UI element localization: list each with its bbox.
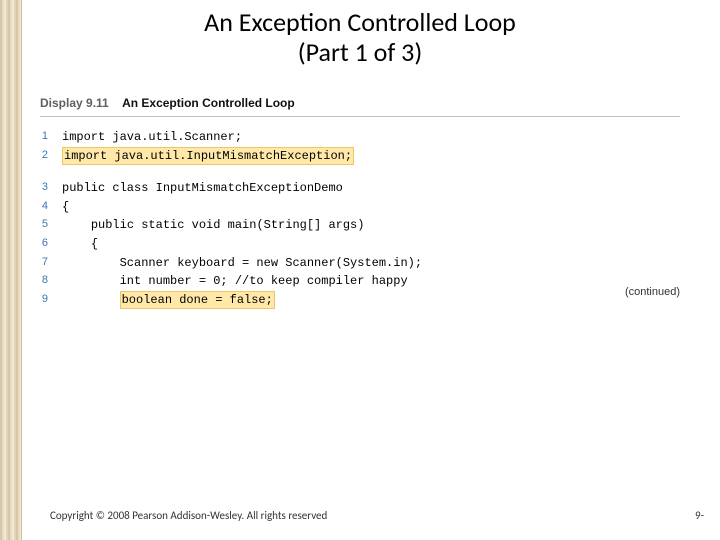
continued-label: (continued) [40,286,680,298]
code-line: 1import java.util.Scanner; [40,128,680,147]
code-text: { [62,235,98,254]
code-line: 4{ [40,198,680,217]
code-line: 7 Scanner keyboard = new Scanner(System.… [40,254,680,273]
line-number: 5 [40,216,62,235]
code-text: public static void main(String[] args) [62,216,364,235]
line-number: 3 [40,179,62,198]
title-line-2: (Part 1 of 3) [298,36,423,68]
blank-line [40,165,680,179]
line-number: 7 [40,254,62,273]
indent [62,218,91,232]
code-text: public class InputMismatchExceptionDemo [62,179,343,198]
slide: An Exception Controlled Loop (Part 1 of … [0,0,720,540]
code-line: 5 public static void main(String[] args) [40,216,680,235]
code-content: Scanner keyboard = new Scanner(System.in… [120,256,422,270]
display-header: Display 9.11 An Exception Controlled Loo… [40,96,680,117]
slide-title: An Exception Controlled Loop (Part 1 of … [0,8,720,68]
footer-copyright: Copyright © 2008 Pearson Addison-Wesley.… [50,509,327,522]
footer-page-number: 9- [695,509,704,522]
code-line: 6 { [40,235,680,254]
line-number: 2 [40,147,62,166]
indent [62,237,91,251]
line-number: 6 [40,235,62,254]
indent [62,256,120,270]
code-text: Scanner keyboard = new Scanner(System.in… [62,254,422,273]
code-content: { [91,237,98,251]
line-number: 4 [40,198,62,217]
code-content: public static void main(String[] args) [91,218,365,232]
code-line: 2import java.util.InputMismatchException… [40,147,680,166]
title-line-1: An Exception Controlled Loop [204,6,516,38]
display-caption: An Exception Controlled Loop [122,96,295,110]
code-text: import java.util.InputMismatchException; [62,147,354,166]
code-line: 3public class InputMismatchExceptionDemo [40,179,680,198]
code-text: import java.util.Scanner; [62,128,242,147]
highlighted-code: import java.util.InputMismatchException; [62,147,354,165]
left-decorative-band [0,0,22,540]
code-text: { [62,198,69,217]
line-number: 1 [40,128,62,147]
display-number: Display 9.11 [40,96,109,110]
code-listing: 1import java.util.Scanner; 2import java.… [40,128,680,309]
